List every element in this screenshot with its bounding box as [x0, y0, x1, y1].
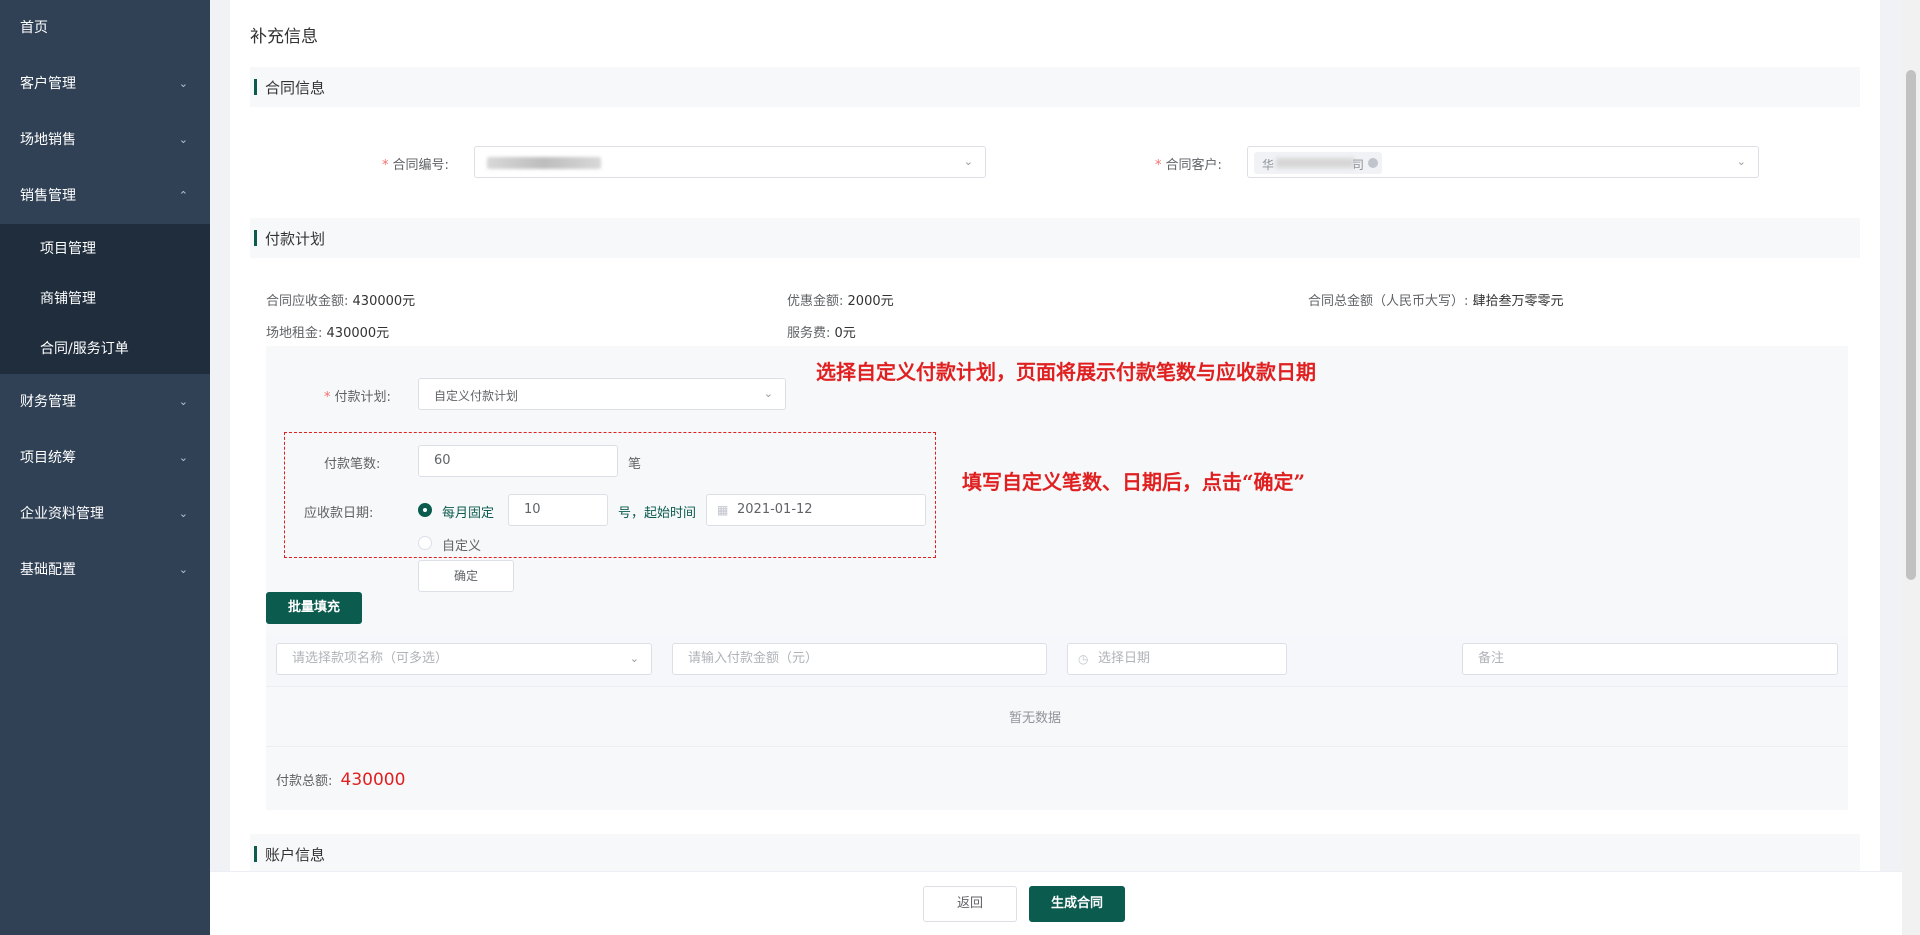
total-amount-chinese: 合同总金额（人民币大写）: 肆拾叁万零零元 [1308, 294, 1564, 309]
footer-bar: 返回 生成合同 [210, 871, 1902, 935]
back-button[interactable]: 返回 [923, 886, 1017, 922]
menu-item-home[interactable]: 首页 [0, 0, 210, 56]
menu-item-label: 客户管理 [20, 76, 76, 92]
close-icon[interactable] [1368, 158, 1378, 168]
chevron-down-icon: ⌄ [178, 395, 188, 408]
discount-amount: 优惠金额: 2000元 [787, 294, 894, 309]
submenu-item-contracts[interactable]: 合同/服务订单 [0, 324, 210, 374]
section-title: 付款计划 [265, 230, 326, 248]
section-header-payment-plan: 付款计划 [250, 218, 1860, 258]
menu-item-basic-config[interactable]: 基础配置 ⌄ [0, 542, 210, 598]
menu-item-project-planning[interactable]: 项目统筹 ⌄ [0, 430, 210, 486]
payment-total: 付款总额: 430000 [276, 770, 406, 790]
payment-date-picker[interactable]: ◷ 选择日期 [1067, 643, 1287, 675]
chevron-down-icon: ⌄ [963, 155, 973, 168]
menu-item-company-docs[interactable]: 企业资料管理 ⌄ [0, 486, 210, 542]
remark-input[interactable]: 备注 [1462, 643, 1838, 675]
menu-item-customers[interactable]: 客户管理 ⌄ [0, 56, 210, 112]
menu-item-sales[interactable]: 销售管理 ⌃ [0, 168, 210, 224]
menu-item-label: 项目统筹 [20, 450, 76, 466]
contract-number-label: * 合同编号: [382, 158, 449, 173]
submenu-item-projects[interactable]: 项目管理 [0, 224, 210, 274]
section-title: 账户信息 [265, 846, 326, 864]
receivable-amount: 合同应收金额: 430000元 [266, 294, 416, 309]
menu-item-label: 首页 [20, 20, 48, 36]
payment-amount-input[interactable]: 请输入付款金额（元） [672, 643, 1047, 675]
radio-custom[interactable] [418, 536, 432, 550]
payment-total-value: 430000 [340, 770, 406, 790]
calendar-icon: ▦ [717, 503, 729, 517]
payment-plan-select[interactable]: 自定义付款计划 ⌄ [418, 378, 786, 410]
menu-item-label: 基础配置 [20, 562, 76, 578]
venue-rent: 场地租金: 430000元 [266, 326, 390, 341]
start-date-value: 2021-01-12 [737, 502, 813, 517]
payment-plan-value: 自定义付款计划 [434, 389, 519, 403]
radio-monthly-fixed[interactable] [418, 503, 432, 517]
menu-item-label: 财务管理 [20, 394, 76, 410]
annotation-side: 填写自定义笔数、日期后，点击“确定” [962, 470, 1306, 494]
contract-customer-label: * 合同客户: [1155, 158, 1222, 173]
chevron-down-icon: ⌄ [629, 652, 639, 665]
payment-count-unit: 笔 [628, 457, 642, 472]
receivable-date-label: 应收款日期: [304, 506, 374, 521]
scrollbar[interactable] [1902, 0, 1920, 935]
payment-count-label: 付款笔数: [324, 457, 381, 472]
main-area: 补充信息 合同信息 * 合同编号: ⌄ * 合同客户: 华 司 ⌄ 付款计划 合… [210, 0, 1920, 935]
chevron-down-icon: ⌄ [763, 387, 773, 400]
chevron-down-icon: ⌄ [178, 563, 188, 576]
table-empty-text: 暂无数据 [1008, 711, 1061, 726]
payment-plan-label: * 付款计划: [324, 390, 391, 405]
sales-submenu: 项目管理 商铺管理 合同/服务订单 [0, 224, 210, 374]
content-card: 补充信息 合同信息 * 合同编号: ⌄ * 合同客户: 华 司 ⌄ 付款计划 合… [230, 0, 1880, 935]
menu-item-venue-sales[interactable]: 场地销售 ⌄ [0, 112, 210, 168]
contract-number-select[interactable]: ⌄ [474, 146, 986, 178]
sidebar: 首页 客户管理 ⌄ 场地销售 ⌄ 销售管理 ⌃ 项目管理 商铺管理 合同/服务订… [0, 0, 210, 935]
clock-icon: ◷ [1078, 652, 1089, 666]
chevron-down-icon: ⌄ [178, 451, 188, 464]
confirm-button[interactable]: 确定 [418, 560, 514, 592]
submenu-item-shops[interactable]: 商铺管理 [0, 274, 210, 324]
page-title: 补充信息 [250, 27, 318, 47]
redacted-value [487, 157, 601, 169]
menu-item-label: 企业资料管理 [20, 506, 104, 522]
start-date-picker[interactable]: ▦ 2021-01-12 [706, 494, 926, 526]
annotation-top: 选择自定义付款计划，页面将展示付款笔数与应收款日期 [816, 360, 1316, 384]
chevron-down-icon: ⌄ [178, 133, 188, 146]
chevron-up-icon: ⌃ [178, 189, 188, 202]
monthly-fixed-label: 每月固定 [442, 506, 495, 521]
payment-name-select[interactable]: 请选择款项名称（可多选） ⌄ [276, 643, 652, 675]
menu-item-label: 场地销售 [20, 132, 76, 148]
redacted-value [1276, 158, 1354, 168]
table-divider [266, 686, 1848, 687]
payment-count-input[interactable]: 60 [418, 445, 618, 477]
chevron-down-icon: ⌄ [178, 507, 188, 520]
section-marker [254, 230, 257, 246]
section-title: 合同信息 [265, 79, 326, 97]
generate-contract-button[interactable]: 生成合同 [1029, 886, 1125, 922]
start-time-label: 号，起始时间 [618, 506, 697, 521]
section-header-contract-info: 合同信息 [250, 67, 1860, 107]
day-of-month-input[interactable]: 10 [508, 494, 608, 526]
custom-label: 自定义 [442, 539, 482, 554]
table-divider [266, 746, 1848, 747]
service-fee: 服务费: 0元 [787, 326, 856, 341]
section-marker [254, 846, 257, 862]
customer-tag: 华 司 [1254, 152, 1382, 174]
contract-customer-select[interactable]: 华 司 ⌄ [1247, 146, 1759, 178]
scrollbar-thumb[interactable] [1906, 70, 1916, 580]
chevron-down-icon: ⌄ [178, 77, 188, 90]
section-marker [254, 79, 257, 95]
menu-item-finance[interactable]: 财务管理 ⌄ [0, 374, 210, 430]
chevron-down-icon: ⌄ [1736, 155, 1746, 168]
menu-item-label: 销售管理 [20, 188, 76, 204]
batch-fill-button[interactable]: 批量填充 [266, 592, 362, 624]
section-header-account-info: 账户信息 [250, 834, 1860, 874]
